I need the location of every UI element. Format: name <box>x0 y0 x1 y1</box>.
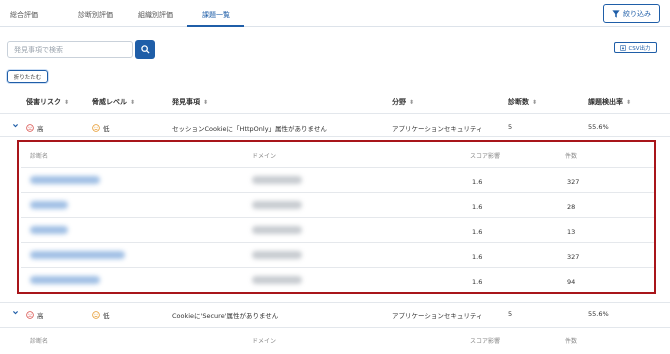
column-header-rate[interactable]: 課題検出率 ⬍ <box>588 97 631 107</box>
download-icon <box>620 44 627 51</box>
csv-export-label: CSV出力 <box>628 45 651 52</box>
active-tab-indicator <box>187 25 244 27</box>
divider <box>0 327 670 328</box>
issue-count: 327 <box>567 178 580 186</box>
issue-count: 94 <box>567 278 576 286</box>
table-row[interactable]: 高 低 Cookieに'Secure'属性がありません アプリケーションセキュリ… <box>0 303 670 325</box>
diagnosis-link-redacted[interactable] <box>30 276 100 284</box>
csv-export-button[interactable]: CSV出力 <box>614 42 657 53</box>
filter-icon <box>612 9 620 18</box>
tab-overall[interactable]: 総合評価 <box>10 10 38 20</box>
threat-low-icon <box>92 311 100 319</box>
detail-header-count: 件数 <box>565 153 578 160</box>
diagnosis-count: 5 <box>508 310 513 318</box>
detail-header-score: スコア影響 <box>470 153 501 160</box>
sort-icon: ⬍ <box>409 99 415 106</box>
diagnosis-link-redacted[interactable] <box>30 226 68 234</box>
sort-icon: ⬍ <box>64 99 70 106</box>
detail-row: 1.6 13 <box>21 217 654 242</box>
domain-redacted <box>252 276 302 284</box>
domain-redacted <box>252 201 302 209</box>
detail-header-domain: ドメイン <box>252 338 277 345</box>
diagnosis-link-redacted[interactable] <box>30 201 68 209</box>
divider <box>0 136 670 137</box>
detection-rate: 55.6% <box>588 123 609 131</box>
table-row[interactable]: 高 低 セッションCookieに「HttpOnly」属性がありません アプリケー… <box>0 116 670 138</box>
sort-icon: ⬍ <box>626 99 632 106</box>
sort-icon: ⬍ <box>130 99 136 106</box>
collapse-button[interactable]: 折りたたむ <box>7 70 48 83</box>
search-icon <box>140 45 150 54</box>
field-text: アプリケーションセキュリティ <box>392 312 483 320</box>
score-impact: 1.6 <box>472 178 483 186</box>
risk-high-icon <box>26 311 34 319</box>
issue-count: 13 <box>567 228 576 236</box>
detail-header-domain: ドメイン <box>252 153 277 160</box>
domain-redacted <box>252 251 302 259</box>
sort-icon: ⬍ <box>532 99 538 106</box>
domain-redacted <box>252 226 302 234</box>
threat-level: 低 <box>92 123 110 133</box>
column-header-finding[interactable]: 発見事項 ⬍ <box>172 97 208 107</box>
diagnosis-count: 5 <box>508 123 513 131</box>
issue-count: 327 <box>567 253 580 261</box>
score-impact: 1.6 <box>472 253 483 261</box>
column-header-threat[interactable]: 脅威レベル ⬍ <box>92 97 135 107</box>
detail-row: 1.6 94 <box>21 267 654 292</box>
domain-redacted <box>252 176 302 184</box>
score-impact: 1.6 <box>472 228 483 236</box>
diagnosis-link-redacted[interactable] <box>30 176 100 184</box>
search-button[interactable] <box>135 40 155 59</box>
detection-rate: 55.6% <box>588 310 609 318</box>
finding-text: セッションCookieに「HttpOnly」属性がありません <box>172 125 327 133</box>
chevron-down-icon[interactable] <box>12 122 19 129</box>
column-header-risk[interactable]: 侵害リスク ⬍ <box>26 97 69 107</box>
detail-header-count: 件数 <box>565 338 578 345</box>
divider <box>0 113 670 114</box>
filter-button-label: 絞り込み <box>623 9 651 18</box>
diagnosis-link-redacted[interactable] <box>30 251 125 259</box>
chevron-down-icon[interactable] <box>12 309 19 316</box>
detail-header-diagnosis: 診断名 <box>30 153 49 160</box>
finding-text: Cookieに'Secure'属性がありません <box>172 312 279 320</box>
risk-high-icon <box>26 124 34 132</box>
field-text: アプリケーションセキュリティ <box>392 125 483 133</box>
tab-bar: 総合評価 診断別評価 組織別評価 課題一覧 <box>0 0 670 27</box>
issue-detail-panel: 診断名 ドメイン スコア影響 件数 1.6 327 1.6 28 1.6 13 … <box>17 140 656 294</box>
filter-button[interactable]: 絞り込み <box>603 4 660 23</box>
detail-header-diagnosis: 診断名 <box>30 338 49 345</box>
sort-icon: ⬍ <box>203 99 209 106</box>
detail-row: 1.6 327 <box>21 167 654 192</box>
threat-level: 低 <box>92 310 110 320</box>
threat-low-icon <box>92 124 100 132</box>
score-impact: 1.6 <box>472 203 483 211</box>
tab-by-organization[interactable]: 組織別評価 <box>138 10 173 20</box>
score-impact: 1.6 <box>472 278 483 286</box>
tab-issue-list[interactable]: 課題一覧 <box>202 10 230 20</box>
detail-header-score: スコア影響 <box>470 338 501 345</box>
detail-row: 1.6 327 <box>21 242 654 267</box>
risk-level: 高 <box>26 310 44 320</box>
search-input[interactable] <box>7 41 133 58</box>
detail-row: 1.6 28 <box>21 192 654 217</box>
tab-by-diagnosis[interactable]: 診断別評価 <box>78 10 113 20</box>
risk-level: 高 <box>26 123 44 133</box>
column-header-field[interactable]: 分野 ⬍ <box>392 97 414 107</box>
issue-count: 28 <box>567 203 576 211</box>
column-header-count[interactable]: 診断数 ⬍ <box>508 97 537 107</box>
